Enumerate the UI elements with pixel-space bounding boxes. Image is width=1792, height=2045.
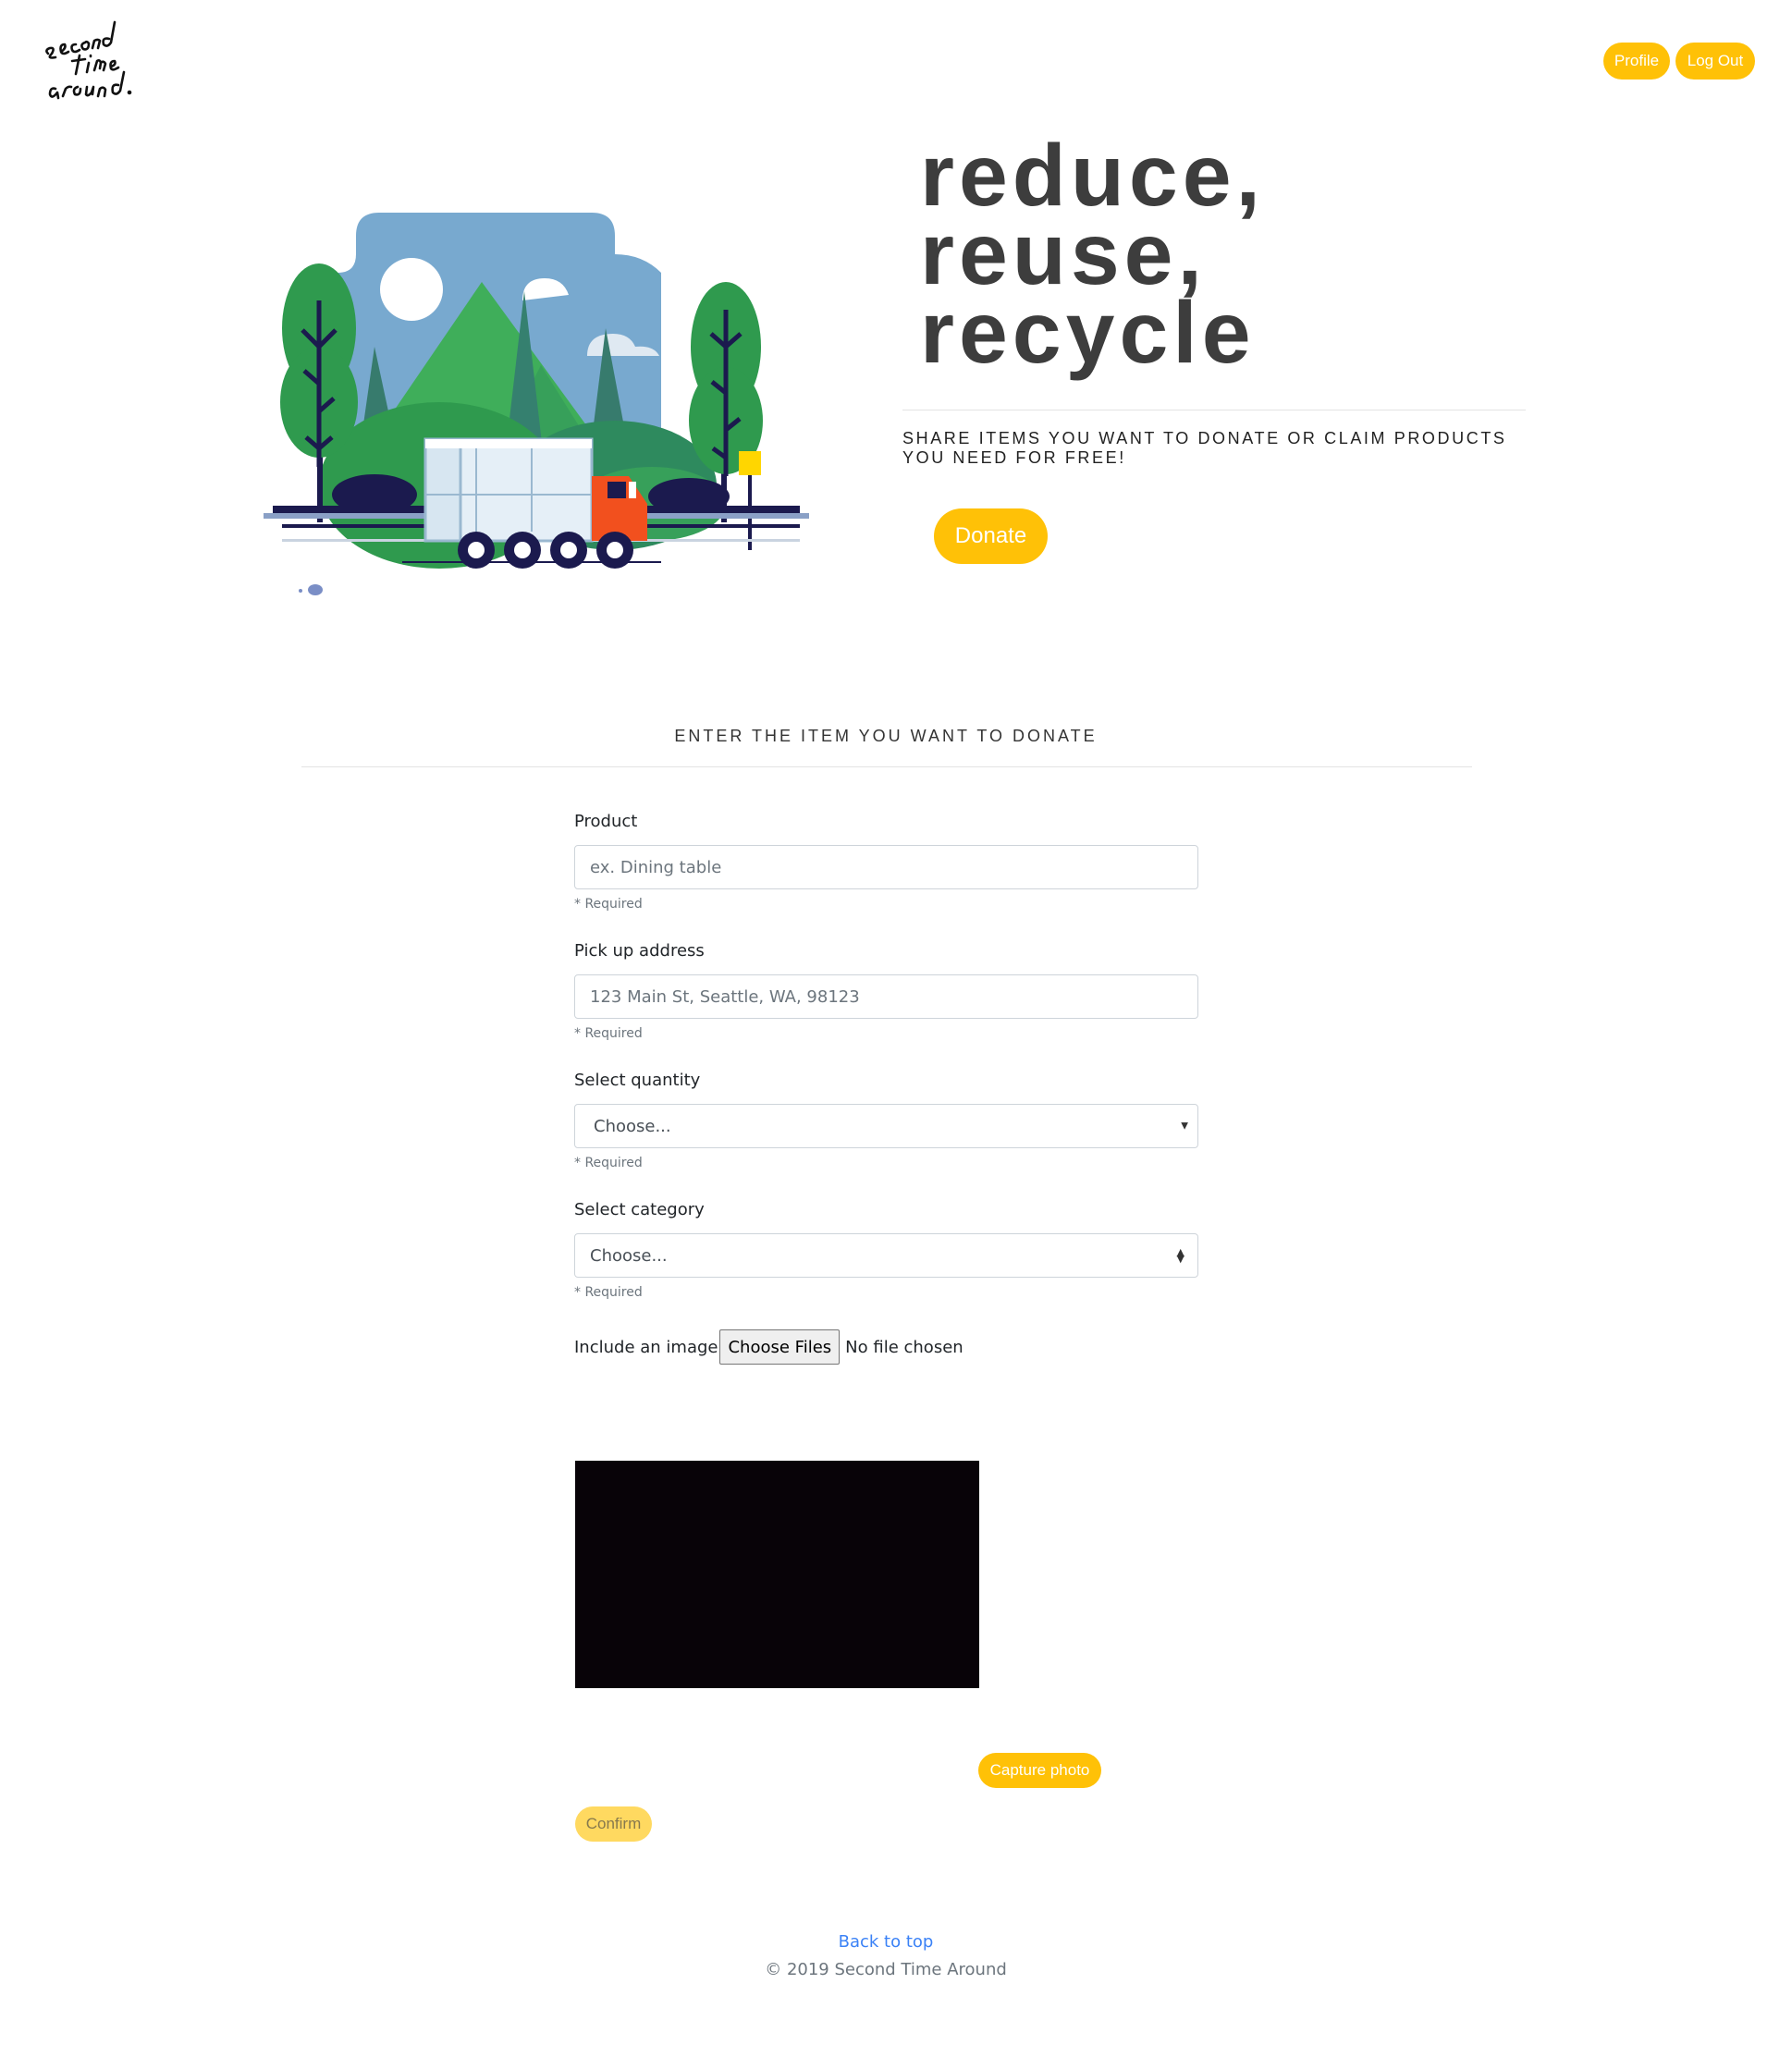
address-input[interactable] bbox=[574, 974, 1198, 1019]
confirm-button[interactable]: Confirm bbox=[575, 1806, 652, 1842]
hero-illustration bbox=[264, 208, 809, 596]
product-input[interactable] bbox=[574, 845, 1198, 889]
hero-title: reduce, reuse, recycle bbox=[920, 127, 1265, 382]
hero-title-line: recycle bbox=[920, 284, 1256, 382]
product-label: Product bbox=[574, 812, 638, 831]
copyright-text: © 2019 Second Time Around bbox=[765, 1960, 1007, 1979]
file-status: No file chosen bbox=[845, 1337, 964, 1357]
back-to-top-link[interactable]: Back to top bbox=[0, 1932, 1772, 1952]
section-divider bbox=[301, 766, 1472, 767]
donate-form: Product * Required Pick up address * Req… bbox=[574, 810, 1198, 1365]
sort-arrows-icon: ▲ ▼ bbox=[1176, 1246, 1184, 1265]
quantity-select-value: Choose... bbox=[594, 1116, 671, 1136]
camera-preview bbox=[575, 1461, 979, 1688]
chevron-down-icon: ▼ bbox=[1181, 1120, 1188, 1132]
capture-photo-button[interactable]: Capture photo bbox=[978, 1753, 1101, 1788]
header-nav: Profile Log Out bbox=[1603, 43, 1755, 80]
image-label: Include an image bbox=[574, 1337, 718, 1357]
product-required-note: * Required bbox=[574, 897, 643, 912]
image-upload-row: Include an image Choose Files No file ch… bbox=[574, 1329, 1198, 1365]
page: Profile Log Out reduce, reuse, recycle S… bbox=[0, 0, 1792, 2045]
form-section-title: ENTER THE ITEM YOU WANT TO DONATE bbox=[674, 727, 1098, 745]
category-select[interactable]: Choose... ▲ ▼ bbox=[574, 1233, 1198, 1278]
address-label: Pick up address bbox=[574, 941, 705, 961]
category-select-value: Choose... bbox=[590, 1245, 668, 1266]
quantity-select[interactable]: Choose... ▼ bbox=[574, 1104, 1198, 1148]
profile-button[interactable]: Profile bbox=[1603, 43, 1670, 80]
logout-button[interactable]: Log Out bbox=[1675, 43, 1755, 80]
donate-button[interactable]: Donate bbox=[934, 508, 1048, 564]
category-required-note: * Required bbox=[574, 1285, 643, 1300]
choose-files-button[interactable]: Choose Files bbox=[719, 1329, 841, 1365]
category-label: Select category bbox=[574, 1200, 705, 1219]
address-required-note: * Required bbox=[574, 1026, 643, 1041]
hero-title-line: reduce, bbox=[920, 127, 1265, 225]
hero-subtitle: SHARE ITEMS YOU WANT TO DONATE OR CLAIM … bbox=[902, 429, 1507, 467]
quantity-label: Select quantity bbox=[574, 1071, 701, 1090]
brand-logo[interactable] bbox=[41, 17, 142, 109]
hero-title-line: reuse, bbox=[920, 205, 1207, 303]
quantity-required-note: * Required bbox=[574, 1156, 643, 1170]
